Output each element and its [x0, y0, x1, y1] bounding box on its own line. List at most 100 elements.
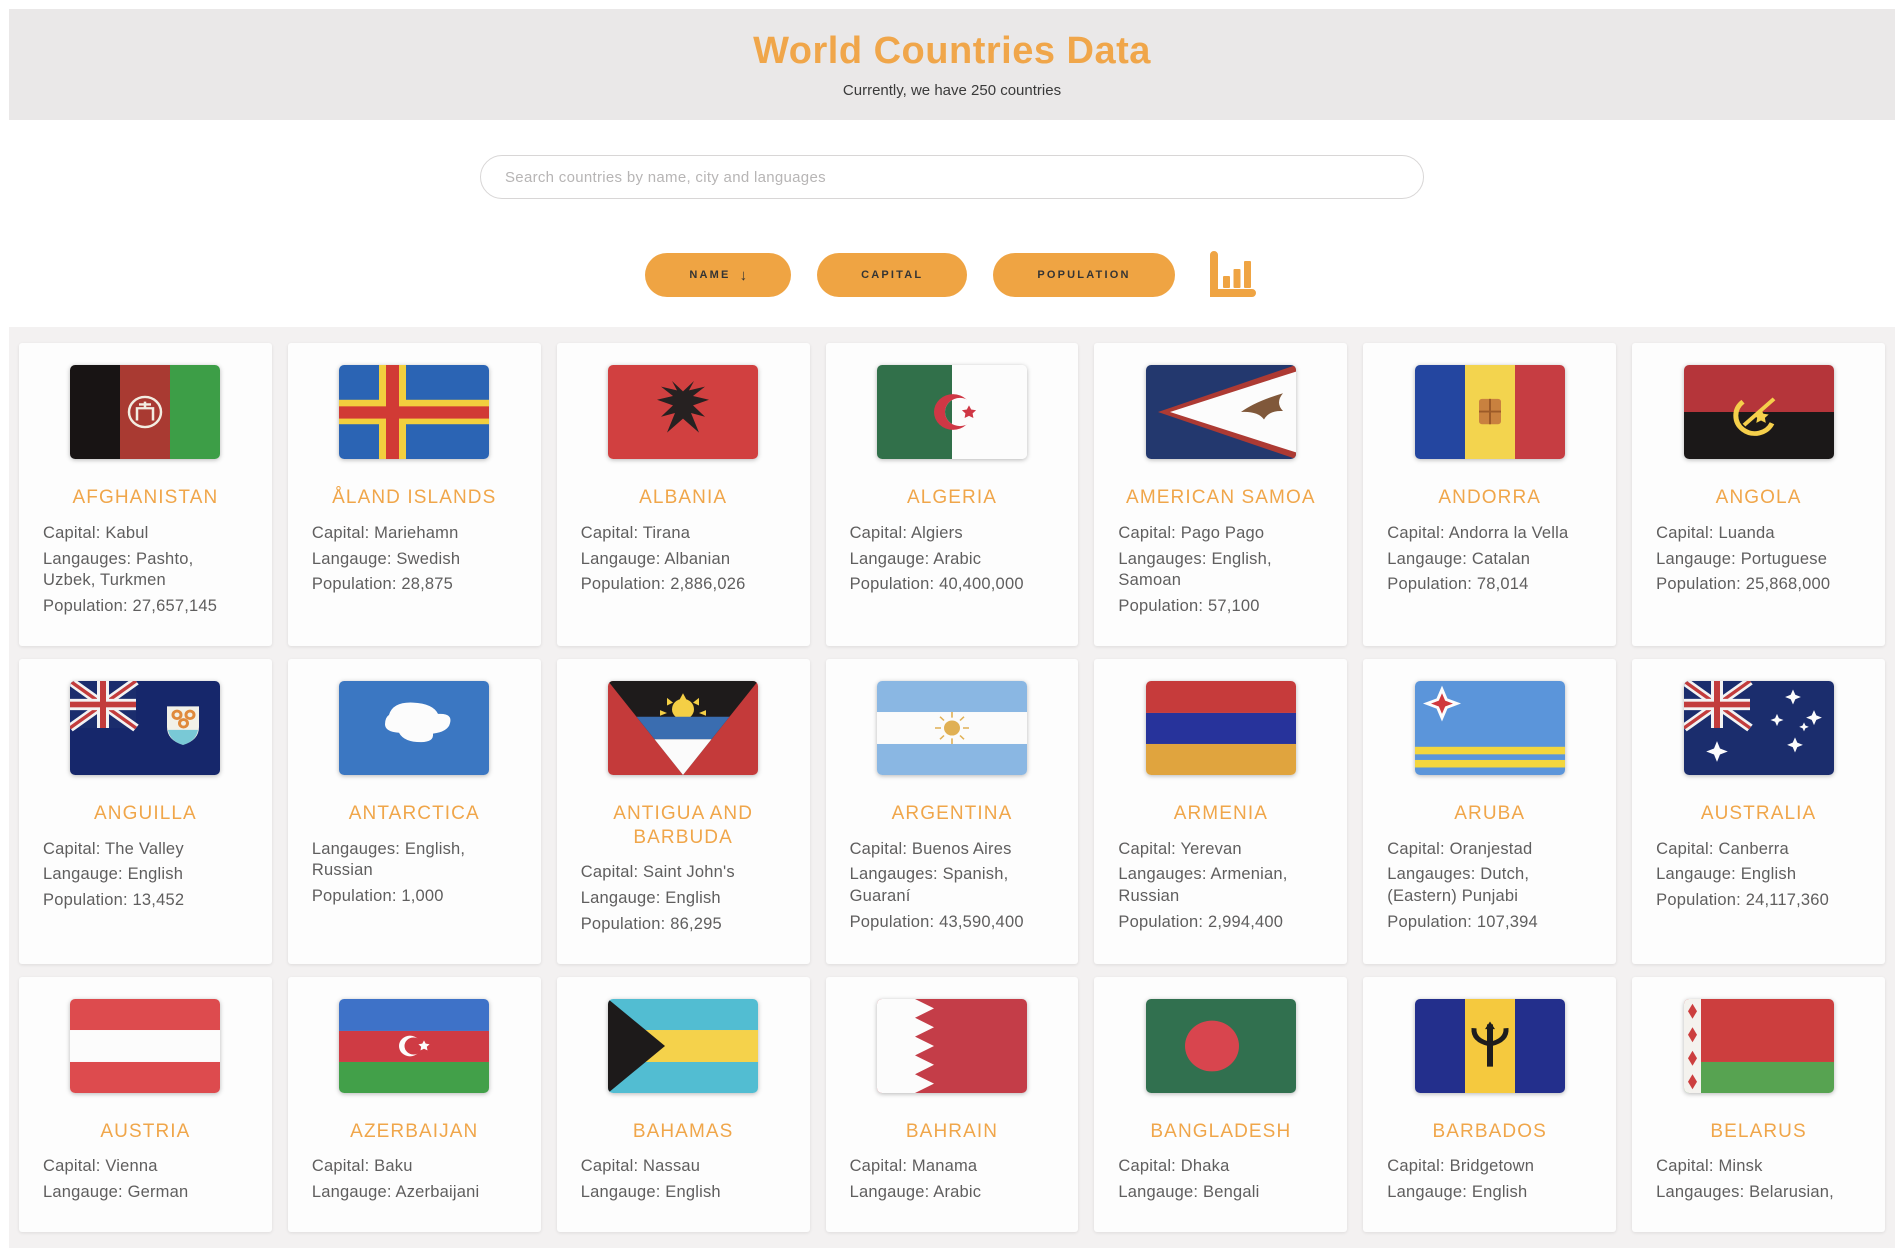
country-population: Population: 27,657,145: [43, 596, 248, 618]
country-population: Population: 28,875: [312, 574, 517, 596]
country-capital: Capital: Dhaka: [1118, 1156, 1323, 1178]
country-languages: Langauges: Pashto, Uzbek, Turkmen: [43, 549, 248, 593]
country-card: ALGERIA Capital: AlgiersLangauge: ArabicP…: [826, 343, 1079, 646]
country-capital: Capital: Pago Pago: [1118, 523, 1323, 545]
sort-by-name-button[interactable]: NAME ↓: [645, 253, 791, 297]
country-population: Population: 86,295: [581, 914, 786, 936]
flag-bh-image: [877, 999, 1027, 1093]
country-capital: Capital: The Valley: [43, 839, 248, 861]
country-languages: Langauge: Arabic: [850, 549, 1055, 571]
sort-by-population-button[interactable]: POPULATION: [993, 253, 1174, 297]
country-languages: Langauge: Albanian: [581, 549, 786, 571]
sort-by-capital-button[interactable]: CAPITAL: [817, 253, 967, 297]
country-population: Population: 78,014: [1387, 574, 1592, 596]
country-info: Capital: CanberraLangauge: EnglishPopula…: [1656, 839, 1861, 912]
country-languages: Langauge: English: [43, 864, 248, 886]
country-capital: Capital: Luanda: [1656, 523, 1861, 545]
country-card: AFGHANISTANCapital: KabulLangauges: Pash…: [19, 343, 272, 646]
country-info: Capital: AlgiersLangauge: ArabicPopulati…: [850, 523, 1055, 596]
flag-aw-image: [1415, 681, 1565, 775]
country-population: Population: 1,000: [312, 886, 517, 908]
country-info: Capital: Buenos Aires Langauges: Spanish,…: [850, 839, 1055, 934]
country-languages: Langauges: Spanish, Guaraní: [850, 864, 1055, 908]
country-capital: Capital: Buenos Aires: [850, 839, 1055, 861]
flag-bs-image: [608, 999, 758, 1093]
flag-al-image: [608, 365, 758, 459]
flag-bb-image: [1415, 999, 1565, 1093]
flag-ar-image: [877, 681, 1027, 775]
search-input[interactable]: [480, 155, 1424, 199]
country-name: ARUBA: [1387, 802, 1592, 826]
country-card: ÅLAND ISLANDS Capital: MariehamnLangauge:…: [288, 343, 541, 646]
country-population: Population: 25,868,000: [1656, 574, 1861, 596]
country-name: AZERBAIJAN: [312, 1120, 517, 1144]
flag-by-image: [1684, 999, 1834, 1093]
country-card: ANGOLACapital: LuandaLangauge: Portugues…: [1632, 343, 1885, 646]
flag-ai-image: [70, 681, 220, 775]
country-card: ARMENIACapital: YerevanLangauges: Armeni…: [1094, 659, 1347, 964]
country-languages: Langauges: Belarusian,: [1656, 1182, 1861, 1204]
country-capital: Capital: Nassau: [581, 1156, 786, 1178]
country-info: Capital: ViennaLangauge: German: [43, 1156, 248, 1204]
country-capital: Capital: Manama: [850, 1156, 1055, 1178]
sort-down-arrow-icon: ↓: [740, 267, 748, 284]
country-name: AUSTRALIA: [1656, 802, 1861, 826]
country-name: ÅLAND ISLANDS: [312, 486, 517, 510]
country-info: Capital: MariehamnLangauge: SwedishPopul…: [312, 523, 517, 596]
country-card: ARGENTINA Capital: Buenos Aires Langauges:…: [826, 659, 1079, 964]
country-info: Capital: TiranaLangauge: AlbanianPopulat…: [581, 523, 786, 596]
country-languages: Langauge: Azerbaijani: [312, 1182, 517, 1204]
country-name: ARGENTINA: [850, 802, 1055, 826]
country-capital: Capital: Mariehamn: [312, 523, 517, 545]
country-name: ALBANIA: [581, 486, 786, 510]
country-capital: Capital: Minsk: [1656, 1156, 1861, 1178]
country-languages: Langauge: Catalan: [1387, 549, 1592, 571]
country-name: AUSTRIA: [43, 1120, 248, 1144]
flag-dz-image: [877, 365, 1027, 459]
country-name: ANDORRA: [1387, 486, 1592, 510]
country-card: BARBADOSCapital: BridgetownLangauge: Eng…: [1363, 977, 1616, 1232]
sort-by-capital-label: CAPITAL: [861, 269, 923, 281]
country-population: Population: 24,117,360: [1656, 890, 1861, 912]
sort-by-name-label: NAME: [689, 269, 730, 281]
flag-ax-image: [339, 365, 489, 459]
country-info: Capital: OranjestadLangauges: Dutch, (Ea…: [1387, 839, 1592, 934]
country-name: ALGERIA: [850, 486, 1055, 510]
country-population: Population: 107,394: [1387, 912, 1592, 934]
flag-ao-image: [1684, 365, 1834, 459]
country-name: BAHRAIN: [850, 1120, 1055, 1144]
country-card: ARUBA Capital: OranjestadLangauges: Dutch…: [1363, 659, 1616, 964]
country-languages: Langauges: Armenian, Russian: [1118, 864, 1323, 908]
app-header: World Countries Data Currently, we have …: [9, 9, 1895, 120]
bar-chart-icon-glyph: [1205, 248, 1259, 302]
country-population: Population: 2,994,400: [1118, 912, 1323, 934]
country-capital: Capital: Andorra la Vella: [1387, 523, 1592, 545]
country-info: Capital: Andorra la Vella Langauge: Catal…: [1387, 523, 1592, 596]
flag-am-image: [1146, 681, 1296, 775]
flag-aq-image: [339, 681, 489, 775]
page-title: World Countries Data: [753, 30, 1151, 73]
country-card: BANGLADESHCapital: DhakaLangauge: Bengal…: [1094, 977, 1347, 1232]
country-info: Capital: Luanda Langauge: Portuguese Popul…: [1656, 523, 1861, 596]
flag-au-image: [1684, 681, 1834, 775]
country-capital: Capital: Saint John's: [581, 862, 786, 884]
country-name: ANTARCTICA: [312, 802, 517, 826]
country-name: AMERICAN SAMOA: [1118, 486, 1323, 510]
flag-at-image: [70, 999, 220, 1093]
country-info: Langauges: English, RussianPopulation: 1…: [312, 839, 517, 908]
country-languages: Langauge: Arabic: [850, 1182, 1055, 1204]
page-subtitle: Currently, we have 250 countries: [843, 82, 1061, 99]
country-info: Capital: DhakaLangauge: Bengali: [1118, 1156, 1323, 1204]
country-info: Capital: BakuLangauge: Azerbaijani: [312, 1156, 517, 1204]
sort-by-population-label: POPULATION: [1037, 269, 1130, 281]
country-capital: Capital: Bridgetown: [1387, 1156, 1592, 1178]
country-card: ANGUILLACapital: The ValleyLangauge: Eng…: [19, 659, 272, 964]
country-capital: Capital: Vienna: [43, 1156, 248, 1178]
country-name: BARBADOS: [1387, 1120, 1592, 1144]
bar-chart-icon[interactable]: [1205, 248, 1259, 302]
country-card: ALBANIA Capital: TiranaLangauge: Albanian…: [557, 343, 810, 646]
country-languages: Langauge: Portuguese: [1656, 549, 1861, 571]
country-card: AUSTRIA Capital: ViennaLangauge: German: [19, 977, 272, 1232]
country-card: BELARUSCapital: MinskLangauges: Belarusi…: [1632, 977, 1885, 1232]
country-card: ANTARCTICA Langauges: English, RussianPop…: [288, 659, 541, 964]
